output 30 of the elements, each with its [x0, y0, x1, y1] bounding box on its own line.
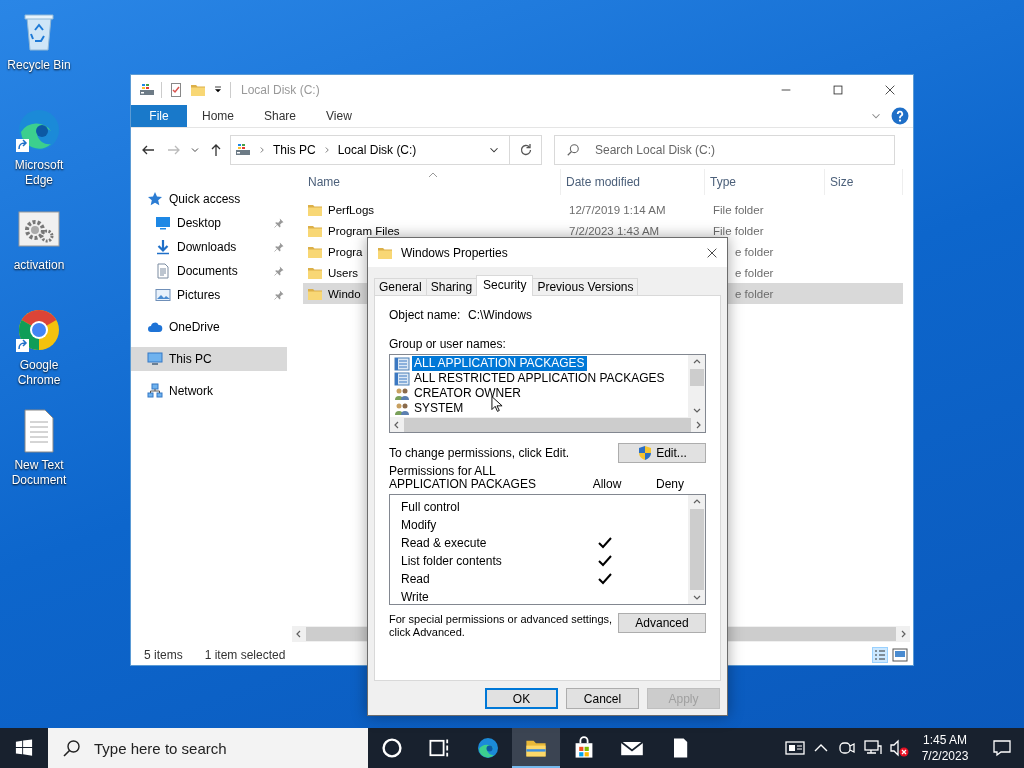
status-text: 5 items [144, 647, 183, 662]
file-name: Users [328, 266, 359, 279]
file-type: File folder [713, 203, 764, 216]
file-type: e folder [735, 287, 774, 300]
dialog-title: Windows Properties [401, 245, 508, 260]
window-title: Local Disk (C:) [241, 83, 320, 97]
hint-text: For special permissions or advanced settings, click Advanced. [389, 613, 614, 639]
permission-name: Modify [400, 518, 438, 532]
file-type: e folder [735, 266, 774, 279]
file-type: e folder [735, 245, 774, 258]
column-label: Allow [592, 478, 622, 491]
file-name: Progra [328, 245, 363, 258]
file-name: PerfLogs [328, 203, 375, 216]
permission-name: Read [400, 572, 431, 586]
permission-name: Full control [400, 500, 461, 514]
column-label: Deny [656, 478, 684, 491]
file-name: Windo [328, 287, 361, 300]
field-label: Object name: [389, 308, 462, 322]
field-label: Group or user names: [389, 337, 507, 351]
date-modified: 7/2/2023 1:43 AM [569, 224, 660, 237]
permissions-label: Permissions for ALL APPLICATION PACKAGES [389, 465, 537, 491]
permission-name: Read & execute [400, 536, 488, 550]
file-name: Program Files [328, 224, 400, 237]
permission-name: Write [400, 590, 430, 604]
hint-text: To change permissions, click Edit. [389, 446, 570, 460]
file-type: File folder [713, 224, 764, 237]
permission-name: List folder contents [400, 554, 503, 568]
object-name: C:\Windows [468, 308, 532, 322]
status-text: 1 item selected [204, 647, 286, 662]
date-modified: 12/7/2019 1:14 AM [569, 203, 666, 216]
